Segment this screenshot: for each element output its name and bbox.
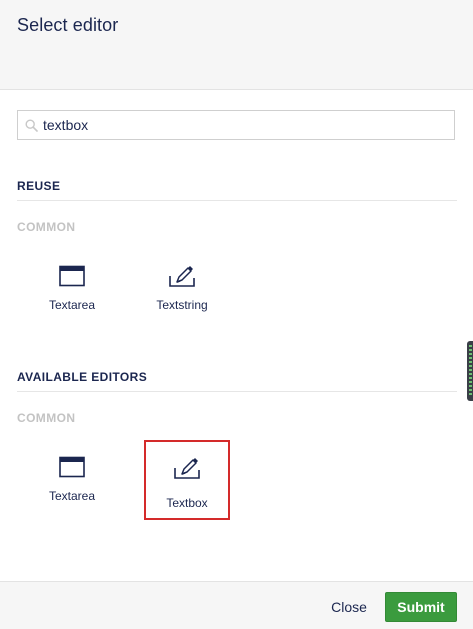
editor-tile-textstring[interactable]: Textstring	[140, 245, 224, 321]
group-title-common: COMMON	[17, 411, 76, 425]
window-icon	[59, 265, 85, 287]
dialog-header: Select editor	[0, 0, 473, 90]
section-divider	[17, 200, 457, 201]
group-title-common: COMMON	[17, 220, 76, 234]
editor-tile-textarea[interactable]: Textarea	[30, 436, 114, 512]
submit-button[interactable]: Submit	[385, 592, 457, 622]
close-button[interactable]: Close	[322, 592, 376, 622]
window-icon	[59, 456, 85, 478]
editor-tile-textbox[interactable]: Textbox	[144, 440, 230, 520]
edit-pen-icon	[174, 458, 200, 479]
section-divider	[17, 391, 457, 392]
editor-tile-textarea[interactable]: Textarea	[30, 245, 114, 321]
dialog-footer: Close Submit	[0, 581, 473, 629]
editor-tile-label: Textarea	[48, 298, 96, 312]
search-input[interactable]	[43, 111, 443, 139]
section-title-available-editors: AVAILABLE EDITORS	[17, 370, 148, 384]
side-panel-handle[interactable]	[467, 341, 473, 401]
editor-tile-label: Textarea	[48, 489, 96, 503]
edit-pen-icon	[169, 266, 195, 287]
dialog-title: Select editor	[17, 15, 119, 35]
search-box[interactable]	[17, 110, 455, 140]
editor-tile-label: Textstring	[156, 298, 208, 312]
section-title-reuse: REUSE	[17, 179, 61, 193]
search-icon	[25, 119, 38, 132]
editor-tile-label: Textbox	[166, 496, 208, 510]
